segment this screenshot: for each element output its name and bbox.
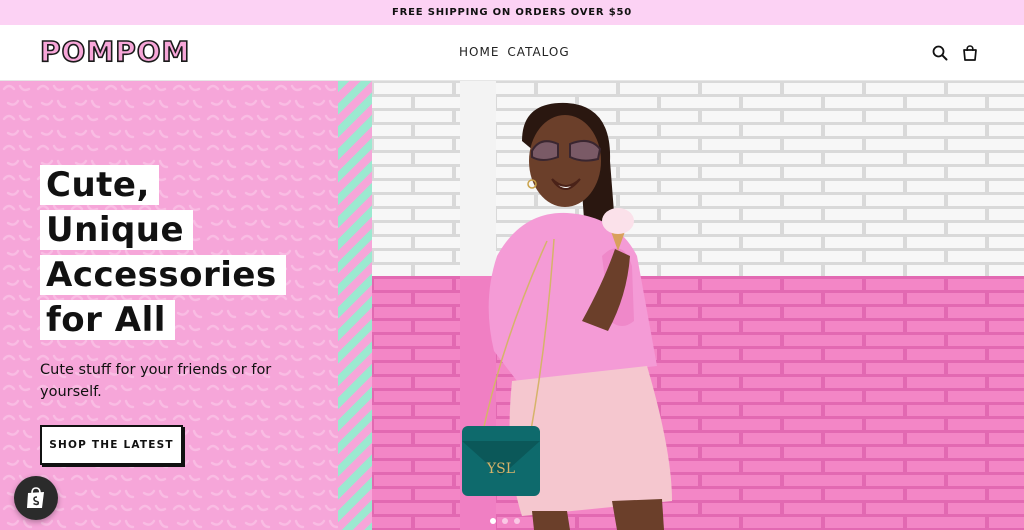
hero-subtext: Cute stuff for your friends or for yours… [40,362,272,400]
shopping-bag-icon[interactable] [961,44,979,62]
announcement-bar: FREE SHIPPING ON ORDERS OVER $50 [0,0,1024,25]
nav-link-catalog[interactable]: CATALOG [507,45,569,59]
headline-line: Accessories [40,255,286,295]
site-logo[interactable]: POMPOM [39,36,190,68]
slide-dot[interactable] [502,518,508,524]
headline-line: Unique [40,210,194,250]
slide-dot[interactable] [514,518,520,524]
nav-link-home[interactable]: HOME [459,45,499,59]
hero-banner: YSL Cute, Unique Accessories for All Cut… [0,81,1024,530]
shop-the-latest-button[interactable]: SHOP THE LATEST [40,425,183,465]
shopify-bag-icon [27,487,44,508]
svg-text:YSL: YSL [486,461,515,477]
headline-line: Cute, [40,165,159,205]
search-icon[interactable] [931,44,949,62]
headline-line: for All [40,300,175,340]
site-header: POMPOM HOME CATALOG [0,25,1024,81]
slide-dot[interactable] [490,518,496,524]
mint-stripe-band [338,81,372,530]
slideshow-dots [490,518,520,524]
hero-headline: Cute, Unique Accessories for All [40,165,286,345]
shopify-badge[interactable] [14,476,58,520]
main-nav: HOME CATALOG [459,45,570,59]
hero-photo: YSL [372,81,1024,530]
announcement-text: FREE SHIPPING ON ORDERS OVER $50 [392,7,632,18]
